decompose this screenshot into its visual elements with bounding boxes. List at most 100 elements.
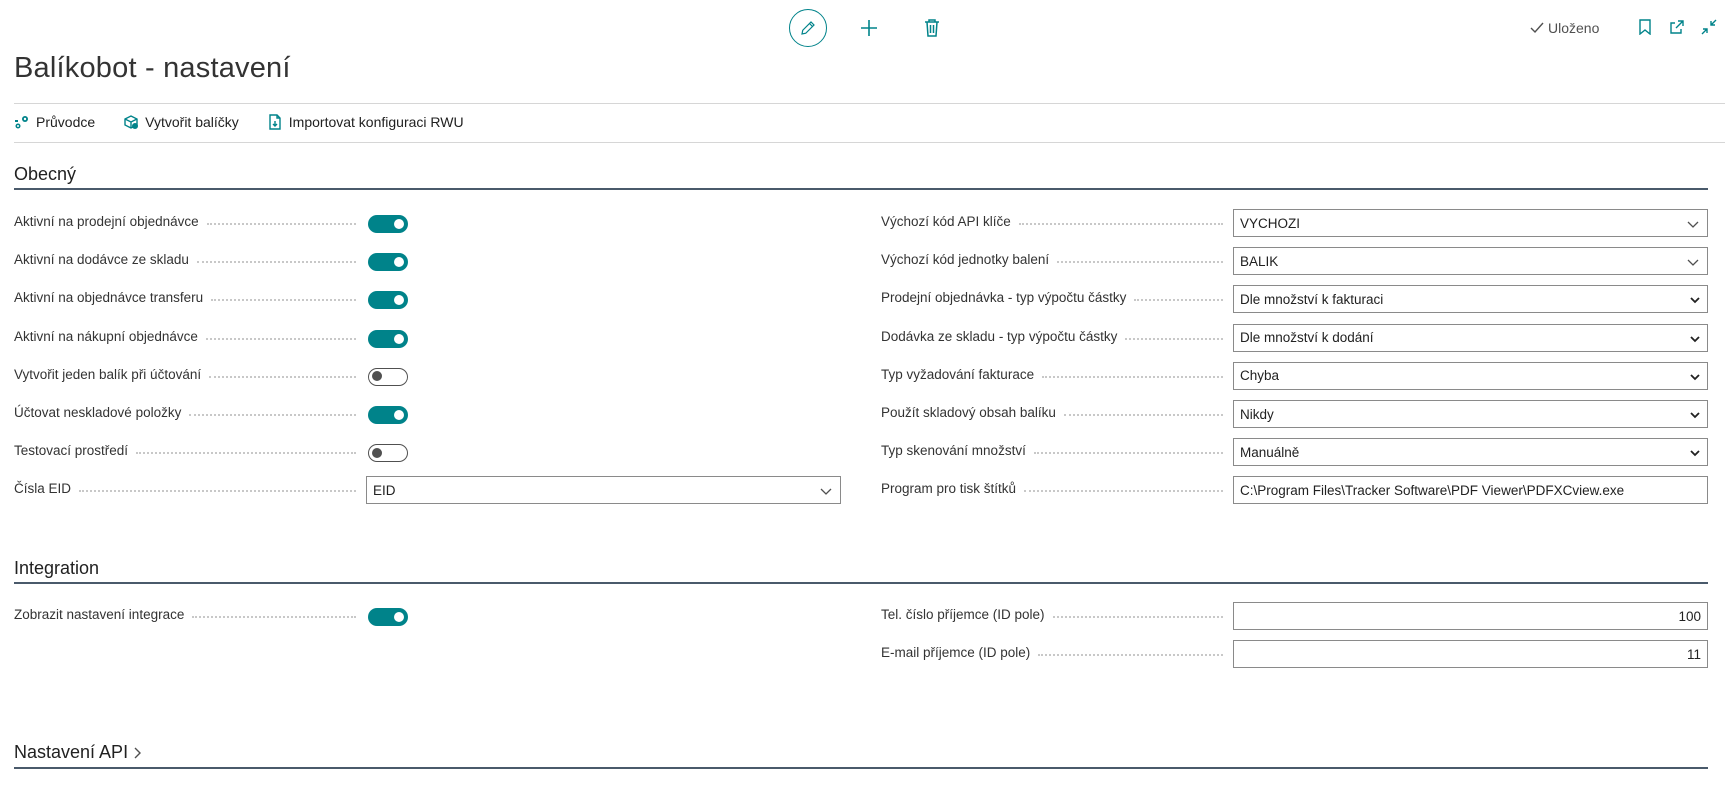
open-in-new-window-icon	[1670, 20, 1684, 34]
vytvorit-jeden-balik-pri-uctovani-toggle[interactable]	[368, 367, 408, 386]
e-mail-prijemce-id-pole-value: 11	[1686, 646, 1701, 662]
action-bar: Průvodce Vytvořit balíčky Importovat kon…	[14, 114, 464, 130]
new-button[interactable]	[858, 17, 880, 39]
open-new-window-button[interactable]	[1668, 18, 1686, 36]
leader-dots	[192, 616, 356, 618]
vychozi-kod-api-klice-value: VYCHOZI	[1240, 215, 1301, 231]
wizard-icon	[15, 116, 28, 129]
aktivni-na-objednavce-transferu-toggle[interactable]	[368, 291, 408, 310]
testovaci-prostredi-toggle[interactable]	[368, 444, 408, 463]
vytvorit-jeden-balik-pri-uctovani-label: Vytvořit jeden balík při účtování	[14, 366, 202, 382]
actions-divider	[14, 142, 1725, 143]
typ-vyzadovani-fakturace-value: Chyba	[1240, 368, 1280, 384]
leader-dots	[196, 261, 356, 264]
uctovat-neskladove-polozky-label: Účtovat neskladové položky	[14, 405, 182, 420]
leader-dots	[189, 414, 356, 416]
wizard-action[interactable]: Průvodce	[14, 114, 95, 130]
select-caret-icon	[1690, 412, 1700, 419]
tel-cislo-prijemce-id-pole-label: Tel. číslo příjemce (ID pole)	[881, 607, 1045, 622]
tel-cislo-prijemce-id-pole-field[interactable]: 100	[1233, 602, 1708, 630]
bookmark-button[interactable]	[1636, 18, 1654, 36]
leader-dots	[209, 375, 356, 378]
aktivni-na-prodejni-objednavce-toggle[interactable]	[368, 215, 408, 233]
dodavka-ze-skladu-typ-vypoctu-castky-value: Dle množství k dodání	[1240, 330, 1374, 346]
saved-status: Uloženo	[1530, 20, 1599, 36]
prodejni-objednavka-typ-vypoctu-castky-label: Prodejní objednávka - typ výpočtu částky	[881, 290, 1127, 306]
section-api-label: Nastavení API	[14, 742, 129, 762]
e-mail-prijemce-id-pole-field[interactable]: 11	[1233, 640, 1708, 669]
vychozi-kod-jednotky-baleni-value: BALIK	[1240, 253, 1279, 269]
aktivni-na-objednavce-transferu-label: Aktivní na objednávce transferu	[14, 290, 204, 306]
uctovat-neskladove-polozky-toggle[interactable]	[368, 406, 408, 424]
vychozi-kod-api-klice-field[interactable]: VYCHOZI	[1233, 209, 1708, 237]
vychozi-kod-jednotky-baleni-field[interactable]: BALIK	[1233, 247, 1708, 276]
section-integration-title[interactable]: Integration	[14, 558, 99, 579]
leader-dots	[205, 337, 356, 340]
pencil-icon	[801, 21, 815, 35]
leader-dots	[1063, 414, 1223, 416]
collapse-icon	[1701, 19, 1717, 35]
leader-dots	[1024, 490, 1223, 493]
chevron-down-icon	[820, 488, 832, 496]
tel-cislo-prijemce-id-pole-value: 100	[1678, 608, 1701, 624]
typ-skenovani-mnozstvi-label: Typ skenování množství	[881, 443, 1026, 459]
leader-dots	[206, 223, 356, 225]
dodavka-ze-skladu-typ-vypoctu-castky-label: Dodávka ze skladu - typ výpočtu částky	[881, 328, 1118, 344]
zobrazit-nastaveni-integrace-label: Zobrazit nastavení integrace	[14, 607, 185, 622]
saved-label: Uloženo	[1548, 20, 1600, 36]
leader-dots	[1125, 337, 1223, 340]
cisla-eid-value: EID	[373, 482, 396, 498]
section-api-line	[14, 767, 1708, 769]
dodavka-ze-skladu-typ-vypoctu-castky-select[interactable]: Dle množství k dodání	[1233, 323, 1708, 352]
leader-dots	[1018, 223, 1223, 225]
e-mail-prijemce-id-pole-label: E-mail příjemce (ID pole)	[881, 645, 1031, 661]
page-title: Balíkobot - nastavení	[14, 52, 291, 84]
cisla-eid-field[interactable]: EID	[366, 476, 841, 505]
bookmark-icon	[1639, 19, 1651, 35]
delete-button[interactable]	[921, 17, 943, 39]
section-general-line	[14, 188, 1708, 190]
prodejni-objednavka-typ-vypoctu-castky-value: Dle množství k fakturaci	[1240, 291, 1384, 307]
cisla-eid-label: Čísla EID	[14, 481, 72, 497]
select-caret-icon	[1690, 374, 1700, 381]
aktivni-na-dodavce-ze-skladu-label: Aktivní na dodávce ze skladu	[14, 252, 189, 268]
aktivni-na-prodejni-objednavce-label: Aktivní na prodejní objednávce	[14, 214, 199, 229]
program-pro-tisk-stitku-field[interactable]: C:\Program Files\Tracker Software\PDF Vi…	[1233, 476, 1708, 505]
leader-dots	[211, 299, 356, 302]
leader-dots	[1033, 452, 1223, 455]
leader-dots	[1042, 375, 1223, 378]
import-config-action[interactable]: Importovat konfiguraci RWU	[267, 114, 464, 130]
program-pro-tisk-stitku-value: C:\Program Files\Tracker Software\PDF Vi…	[1240, 482, 1625, 498]
aktivni-na-dodavce-ze-skladu-toggle[interactable]	[368, 253, 408, 272]
typ-skenovani-mnozstvi-select[interactable]: Manuálně	[1233, 438, 1708, 467]
edit-button[interactable]	[789, 9, 827, 47]
section-general-title[interactable]: Obecný	[14, 164, 76, 185]
chevron-down-icon	[1687, 259, 1699, 267]
leader-dots	[79, 490, 356, 493]
collapse-button[interactable]	[1700, 18, 1718, 36]
vychozi-kod-api-klice-label: Výchozí kód API klíče	[881, 214, 1011, 229]
select-caret-icon	[1690, 335, 1700, 342]
prodejni-objednavka-typ-vypoctu-castky-select[interactable]: Dle množství k fakturaci	[1233, 285, 1708, 314]
create-packages-icon	[124, 115, 139, 129]
pouzit-skladovy-obsah-baliku-select[interactable]: Nikdy	[1233, 400, 1708, 428]
typ-vyzadovani-fakturace-select[interactable]: Chyba	[1233, 361, 1708, 390]
aktivni-na-nakupni-objednavce-toggle[interactable]	[368, 329, 408, 348]
create-packages-action-label: Vytvořit balíčky	[145, 114, 239, 130]
plus-icon	[861, 20, 877, 36]
leader-dots	[1038, 654, 1223, 657]
select-caret-icon	[1690, 450, 1700, 457]
select-caret-icon	[1690, 297, 1700, 304]
import-document-icon	[269, 114, 281, 130]
checkmark-icon	[1530, 22, 1544, 34]
create-packages-action[interactable]: Vytvořit balíčky	[123, 114, 239, 130]
import-config-action-label: Importovat konfiguraci RWU	[288, 114, 464, 130]
vychozi-kod-jednotky-baleni-label: Výchozí kód jednotky balení	[881, 252, 1050, 268]
leader-dots	[1134, 299, 1223, 302]
zobrazit-nastaveni-integrace-toggle[interactable]	[368, 608, 408, 626]
aktivni-na-nakupni-objednavce-label: Aktivní na nákupní objednávce	[14, 328, 198, 344]
wizard-action-label: Průvodce	[36, 114, 96, 130]
program-pro-tisk-stitku-label: Program pro tisk štítků	[881, 481, 1017, 497]
section-api-title[interactable]: Nastavení API	[14, 742, 142, 763]
pouzit-skladovy-obsah-baliku-value: Nikdy	[1240, 406, 1274, 422]
